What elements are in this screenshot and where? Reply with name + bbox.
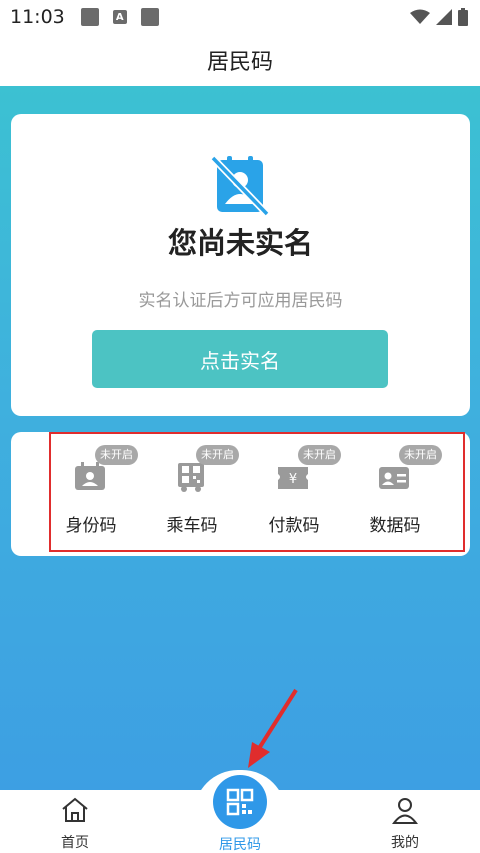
code-item-pay[interactable]: ¥ 未开启 付款码	[258, 445, 348, 545]
code-label: 付款码	[268, 516, 320, 536]
verify-subtitle: 实名认证后方可应用居民码	[138, 291, 343, 311]
status-right-icons	[410, 8, 468, 26]
code-item-bus[interactable]: 未开启 乘车码	[156, 445, 246, 545]
yuan-ticket-icon: ¥	[278, 467, 308, 489]
bus-qr-icon	[178, 463, 204, 492]
notification-square-icon	[80, 8, 99, 26]
pointer-arrow-icon	[248, 688, 298, 768]
tab-home-label: 首页	[61, 835, 89, 851]
verify-title: 您尚未实名	[167, 226, 313, 260]
svg-text:¥: ¥	[289, 472, 297, 487]
code-item-id[interactable]: 未开启 身份码	[55, 445, 145, 545]
wifi-icon	[410, 9, 430, 24]
verify-button[interactable]: 点击实名	[92, 330, 388, 388]
notification-square-icon	[140, 8, 159, 26]
code-badge: 未开启	[298, 445, 341, 465]
code-badge: 未开启	[196, 445, 239, 465]
qr-code-icon	[226, 788, 254, 816]
signal-icon	[436, 9, 452, 25]
data-card-icon	[379, 467, 409, 489]
code-label: 数据码	[369, 516, 421, 536]
tab-mine-label: 我的	[391, 835, 419, 851]
tab-mine[interactable]: 我的	[365, 796, 445, 852]
header: 居民码	[0, 34, 480, 86]
code-badge: 未开启	[95, 445, 138, 465]
status-bar: 11:03 A	[0, 0, 480, 34]
code-item-data[interactable]: 未开启 数据码	[359, 445, 449, 545]
person-icon	[392, 798, 418, 824]
notification-a-icon: A	[112, 10, 127, 24]
status-time: 11:03	[10, 6, 65, 28]
verify-card: 您尚未实名 实名认证后方可应用居民码 点击实名	[11, 114, 470, 416]
id-card-icon	[75, 462, 105, 490]
code-label: 乘车码	[166, 516, 218, 536]
code-badge: 未开启	[399, 445, 442, 465]
tab-home[interactable]: 首页	[35, 796, 115, 852]
page-title: 居民码	[206, 50, 273, 75]
code-label: 身份码	[65, 516, 117, 536]
home-icon	[62, 797, 88, 822]
no-user-icon	[210, 155, 270, 216]
tab-resident-code[interactable]	[213, 775, 267, 829]
battery-icon	[458, 8, 468, 26]
tab-resident-code-label[interactable]: 居民码	[200, 834, 280, 853]
